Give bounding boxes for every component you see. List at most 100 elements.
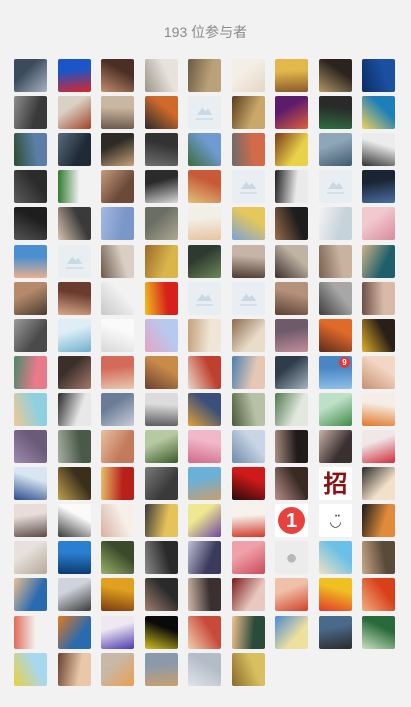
participant-avatar[interactable] (58, 96, 91, 129)
participant-avatar[interactable] (275, 96, 308, 129)
participant-avatar[interactable] (275, 282, 308, 315)
participant-avatar[interactable] (101, 207, 134, 240)
participant-avatar[interactable] (362, 393, 395, 426)
participant-avatar[interactable] (101, 356, 134, 389)
participant-avatar[interactable] (14, 430, 47, 463)
participant-avatar[interactable] (101, 578, 134, 611)
participant-avatar[interactable] (58, 282, 91, 315)
participant-avatar[interactable] (319, 393, 352, 426)
participant-avatar[interactable] (232, 430, 265, 463)
participant-avatar[interactable] (14, 245, 47, 278)
participant-avatar[interactable] (232, 467, 265, 500)
participant-avatar[interactable] (362, 170, 395, 203)
participant-avatar[interactable] (145, 467, 178, 500)
participant-avatar[interactable] (362, 578, 395, 611)
participant-avatar[interactable] (145, 96, 178, 129)
participant-avatar[interactable] (319, 207, 352, 240)
participant-avatar[interactable] (145, 170, 178, 203)
participant-avatar[interactable] (145, 393, 178, 426)
participant-avatar[interactable] (14, 578, 47, 611)
participant-avatar[interactable] (362, 541, 395, 574)
participant-avatar[interactable] (232, 541, 265, 574)
participant-avatar[interactable] (319, 96, 352, 129)
participant-avatar[interactable] (362, 96, 395, 129)
participant-avatar[interactable] (14, 319, 47, 352)
participant-avatar[interactable] (14, 282, 47, 315)
participant-avatar[interactable] (145, 616, 178, 649)
participant-avatar[interactable] (14, 59, 47, 92)
participant-avatar[interactable] (188, 578, 221, 611)
participant-avatar[interactable] (362, 59, 395, 92)
participant-avatar[interactable] (188, 616, 221, 649)
participant-avatar[interactable] (362, 430, 395, 463)
participant-avatar[interactable]: ◡̈ (319, 504, 352, 537)
participant-avatar[interactable] (188, 133, 221, 166)
participant-avatar[interactable]: ● (275, 541, 308, 574)
participant-avatar[interactable] (145, 59, 178, 92)
participant-avatar[interactable] (362, 319, 395, 352)
participant-avatar[interactable] (188, 653, 221, 686)
participant-avatar[interactable] (319, 133, 352, 166)
participant-avatar[interactable] (101, 504, 134, 537)
participant-avatar[interactable] (14, 467, 47, 500)
participant-avatar[interactable] (58, 59, 91, 92)
participant-avatar[interactable] (188, 430, 221, 463)
participant-avatar[interactable] (101, 245, 134, 278)
participant-avatar[interactable] (275, 356, 308, 389)
participant-avatar[interactable] (58, 356, 91, 389)
participant-avatar[interactable] (14, 616, 47, 649)
participant-avatar[interactable] (275, 578, 308, 611)
participant-avatar[interactable] (232, 245, 265, 278)
participant-avatar[interactable] (319, 541, 352, 574)
participant-avatar[interactable] (58, 393, 91, 426)
participant-avatar[interactable] (188, 393, 221, 426)
participant-avatar[interactable] (232, 578, 265, 611)
participant-avatar[interactable] (101, 96, 134, 129)
participant-avatar[interactable] (275, 133, 308, 166)
participant-avatar[interactable] (58, 616, 91, 649)
participant-avatar[interactable] (188, 282, 221, 315)
participant-avatar[interactable] (145, 319, 178, 352)
participant-avatar[interactable]: 1 (275, 504, 308, 537)
participant-avatar[interactable] (101, 133, 134, 166)
participant-avatar[interactable] (362, 282, 395, 315)
participant-avatar[interactable] (188, 170, 221, 203)
participant-avatar[interactable] (58, 245, 91, 278)
participant-avatar[interactable] (232, 133, 265, 166)
participant-avatar[interactable] (232, 282, 265, 315)
participant-avatar[interactable] (232, 59, 265, 92)
participant-avatar[interactable] (188, 319, 221, 352)
participant-avatar[interactable] (362, 616, 395, 649)
participant-avatar[interactable] (14, 356, 47, 389)
participant-avatar[interactable] (275, 430, 308, 463)
participant-avatar[interactable] (275, 170, 308, 203)
participant-avatar[interactable] (145, 653, 178, 686)
participant-avatar[interactable] (362, 133, 395, 166)
participant-avatar[interactable] (101, 319, 134, 352)
participant-avatar[interactable] (275, 245, 308, 278)
participant-avatar[interactable] (145, 133, 178, 166)
participant-avatar[interactable] (145, 245, 178, 278)
participant-avatar[interactable] (232, 170, 265, 203)
participant-avatar[interactable] (58, 653, 91, 686)
participant-avatar[interactable] (275, 616, 308, 649)
participant-avatar[interactable] (145, 356, 178, 389)
participant-avatar[interactable] (188, 541, 221, 574)
participant-avatar[interactable] (145, 430, 178, 463)
participant-avatar[interactable] (145, 504, 178, 537)
participant-avatar[interactable] (232, 616, 265, 649)
participant-avatar[interactable] (58, 133, 91, 166)
participant-avatar[interactable] (14, 653, 47, 686)
participant-avatar[interactable] (362, 207, 395, 240)
participant-avatar[interactable] (188, 356, 221, 389)
participant-avatar[interactable] (145, 207, 178, 240)
participant-avatar[interactable] (188, 245, 221, 278)
participant-avatar[interactable] (232, 393, 265, 426)
participant-avatar[interactable] (232, 319, 265, 352)
participant-avatar[interactable] (101, 393, 134, 426)
participant-avatar[interactable] (275, 207, 308, 240)
participant-avatar[interactable] (58, 504, 91, 537)
participant-avatar[interactable] (319, 430, 352, 463)
participant-avatar[interactable] (188, 207, 221, 240)
participant-avatar[interactable] (319, 319, 352, 352)
